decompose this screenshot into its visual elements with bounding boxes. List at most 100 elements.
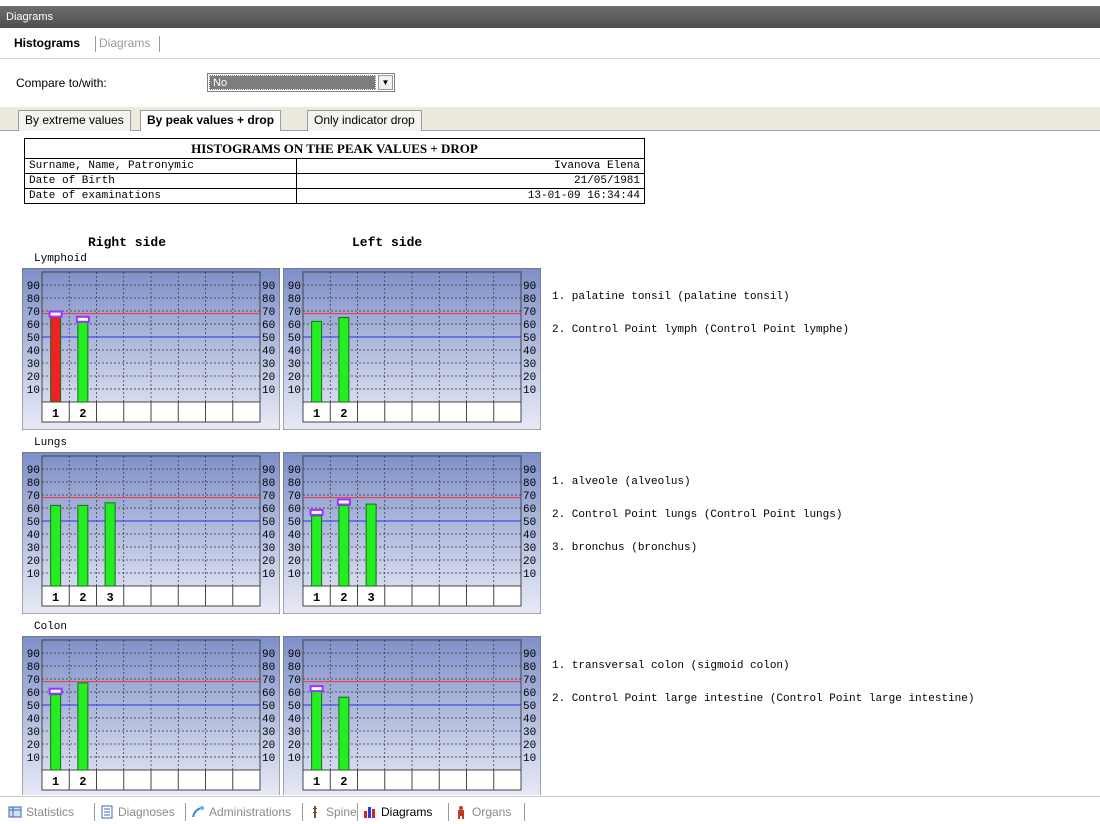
- y-tick-label: 90: [523, 649, 536, 661]
- nav-separator: [524, 803, 525, 821]
- y-tick-label: 90: [262, 281, 275, 293]
- diagrams-icon: [364, 807, 375, 818]
- y-tick-label: 80: [288, 478, 301, 490]
- y-tick-label: 90: [262, 465, 275, 477]
- chart-lungs-right: 10 1020 2030 3040 4050 5060 6070 7080 8090 901 2 3: [22, 452, 280, 614]
- x-tick-label: 1: [52, 407, 59, 421]
- y-tick-label: 30: [523, 727, 536, 739]
- y-tick-label: 40: [262, 530, 275, 542]
- nav-administrations[interactable]: Administrations: [189, 803, 291, 821]
- nav-organs[interactable]: Organs: [452, 803, 511, 821]
- y-tick-label: 90: [523, 281, 536, 293]
- y-tick-label: 60: [262, 320, 275, 332]
- x-tick-label: 2: [340, 775, 347, 789]
- tab-by-peak-values-drop[interactable]: By peak values + drop: [140, 110, 282, 132]
- peak-marker: [309, 508, 324, 516]
- y-tick-label: 40: [27, 714, 40, 726]
- organs-icon: [458, 806, 464, 819]
- chart-colon-left: 10 1020 2030 3040 4050 5060 6070 7080 8090 901 2: [283, 636, 541, 795]
- nav-label: Organs: [472, 805, 512, 819]
- y-tick-label: 20: [27, 372, 40, 384]
- x-tick-label: 1: [313, 591, 320, 605]
- patient-info-table: HISTOGRAMS ON THE PEAK VALUES + DROP Sur…: [24, 138, 645, 204]
- y-tick-label: 90: [27, 649, 40, 661]
- chevron-down-icon[interactable]: ▼: [378, 75, 393, 90]
- y-tick-label: 50: [27, 701, 40, 713]
- bar: [365, 503, 377, 587]
- spine-icon: [313, 806, 317, 818]
- y-tick-label: 80: [288, 662, 301, 674]
- y-tick-label: 80: [523, 662, 536, 674]
- chart-lymphoid-left: 10 1020 2030 3040 4050 5060 6070 7080 8090 901 2: [283, 268, 541, 430]
- compare-dropdown[interactable]: No ▼: [207, 73, 395, 92]
- legend-item: 2. Control Point large intestine (Contro…: [552, 693, 975, 705]
- bar: [104, 502, 116, 587]
- y-tick-label: 60: [262, 504, 275, 516]
- bar: [77, 682, 89, 771]
- y-tick-label: 60: [288, 320, 301, 332]
- y-tick-label: 50: [288, 701, 301, 713]
- y-tick-label: 50: [288, 517, 301, 529]
- tab-only-indicator-drop[interactable]: Only indicator drop: [307, 110, 422, 131]
- y-tick-label: 50: [27, 333, 40, 345]
- legend-item: 2. Control Point lungs (Control Point lu…: [552, 509, 843, 521]
- y-tick-label: 50: [523, 517, 536, 529]
- y-tick-label: 20: [288, 372, 301, 384]
- y-tick-label: 10: [262, 385, 275, 397]
- nav-spine[interactable]: Spine: [306, 803, 357, 821]
- y-tick-label: 60: [288, 504, 301, 516]
- x-tick-label: 3: [368, 591, 375, 605]
- nav-separator: [302, 803, 303, 821]
- x-tick-label: 2: [79, 407, 86, 421]
- top-tab-bar: Histograms Diagrams: [0, 28, 1100, 59]
- tab-diagrams[interactable]: Diagrams: [99, 36, 150, 50]
- legend: 1. palatine tonsil (palatine tonsil) 2. …: [552, 270, 849, 358]
- x-tick-label: 2: [79, 591, 86, 605]
- y-tick-label: 40: [27, 530, 40, 542]
- right-side-title: Right side: [88, 235, 167, 250]
- y-tick-label: 40: [288, 714, 301, 726]
- y-tick-label: 10: [288, 753, 301, 765]
- tab-separator: [95, 36, 96, 52]
- bar: [50, 504, 62, 587]
- y-tick-label: 50: [288, 333, 301, 345]
- report-content: HISTOGRAMS ON THE PEAK VALUES + DROP Sur…: [0, 131, 1100, 795]
- bottom-nav-bar: Statistics Diagnoses Administrations Spi…: [0, 796, 1100, 824]
- bar: [311, 320, 323, 403]
- y-tick-label: 40: [288, 530, 301, 542]
- nav-statistics[interactable]: Statistics: [6, 803, 74, 821]
- y-tick-label: 80: [262, 478, 275, 490]
- y-tick-label: 80: [523, 478, 536, 490]
- nav-separator: [185, 803, 186, 821]
- y-tick-label: 40: [27, 346, 40, 358]
- left-side-title: Left side: [352, 235, 423, 250]
- nav-diagnoses[interactable]: Diagnoses: [98, 803, 175, 821]
- tab-histograms[interactable]: Histograms: [14, 36, 80, 50]
- y-tick-label: 70: [523, 491, 536, 503]
- peak-marker: [48, 310, 63, 318]
- y-tick-label: 30: [288, 543, 301, 555]
- y-tick-label: 10: [523, 385, 536, 397]
- report-title: HISTOGRAMS ON THE PEAK VALUES + DROP: [24, 138, 645, 159]
- administrations-icon: [192, 806, 204, 818]
- y-tick-label: 90: [288, 649, 301, 661]
- bar: [338, 696, 350, 771]
- bar: [338, 504, 350, 587]
- y-tick-label: 50: [262, 333, 275, 345]
- y-tick-label: 10: [262, 569, 275, 581]
- y-tick-label: 30: [27, 727, 40, 739]
- y-tick-label: 20: [288, 556, 301, 568]
- compare-dropdown-value: No: [209, 75, 376, 90]
- inner-tab-bar: By extreme values By peak values + drop …: [0, 107, 1100, 132]
- bar: [77, 504, 89, 587]
- y-tick-label: 10: [27, 569, 40, 581]
- y-tick-label: 10: [288, 569, 301, 581]
- tab-by-extreme-values[interactable]: By extreme values: [18, 110, 131, 131]
- y-tick-label: 70: [262, 491, 275, 503]
- legend-item: 2. Control Point lymph (Control Point ly…: [552, 324, 850, 336]
- nav-label: Spine: [326, 805, 357, 819]
- nav-label: Administrations: [209, 805, 292, 819]
- nav-diagrams[interactable]: Diagrams: [361, 803, 432, 821]
- y-tick-label: 40: [523, 714, 536, 726]
- x-tick-label: 1: [313, 407, 320, 421]
